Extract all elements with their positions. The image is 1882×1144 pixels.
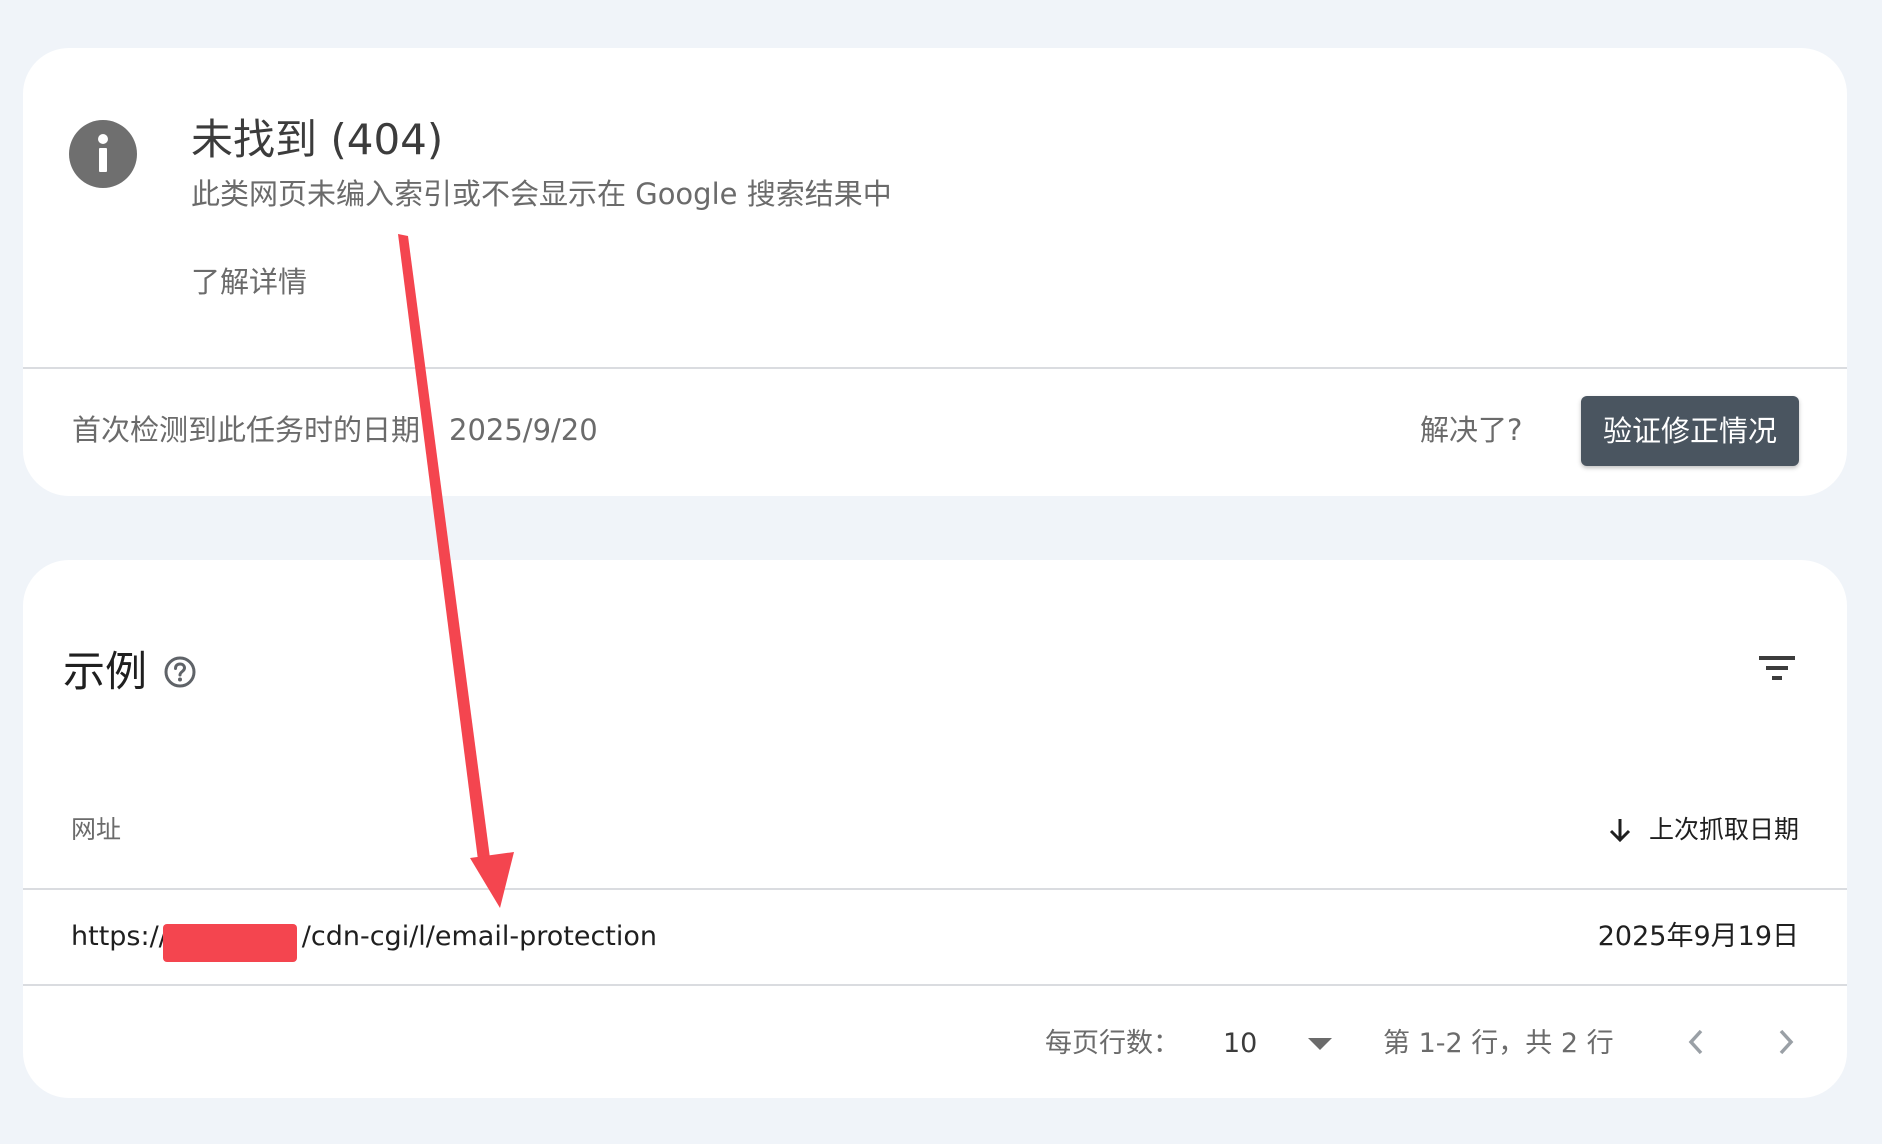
column-header-last-crawled[interactable]: 上次抓取日期 <box>1605 812 1799 848</box>
row-url-suffix: /cdn-cgi/l/email-protection <box>301 921 658 952</box>
rows-per-page-select[interactable]: 10 <box>1223 1018 1343 1070</box>
redaction-box <box>163 924 297 962</box>
pagination-range-label: 第 1-2 行，共 2 行 <box>1383 1028 1614 1059</box>
filter-icon[interactable] <box>1753 644 1801 692</box>
divider <box>23 367 1847 369</box>
dropdown-arrow-icon <box>1308 1038 1332 1050</box>
issue-subtitle: 此类网页未编入索引或不会显示在 Google 搜索结果中 <box>191 177 892 211</box>
row-url: https:// /cdn-cgi/l/email-protection <box>71 917 657 957</box>
next-page-button[interactable] <box>1761 1018 1809 1066</box>
examples-title: 示例 <box>63 647 148 696</box>
rows-per-page-label: 每页行数： <box>1045 1028 1180 1059</box>
issue-title: 未找到 (404) <box>191 115 444 164</box>
help-icon[interactable] <box>163 655 197 689</box>
resolved-label: 解决了? <box>1420 413 1523 447</box>
first-detected-date: 首次检测到此任务时的日期：2025/9/20 <box>72 413 598 447</box>
chevron-left-icon <box>1688 1029 1703 1055</box>
arrow-down-icon <box>1609 819 1631 843</box>
table-row[interactable]: https:// /cdn-cgi/l/email-protection 2025… <box>23 890 1847 984</box>
rows-per-page-value: 10 <box>1223 1028 1258 1059</box>
prev-page-button[interactable] <box>1673 1018 1721 1066</box>
column-header-last-crawled-label: 上次抓取日期 <box>1648 815 1799 844</box>
row-last-crawled: 2025年9月19日 <box>1597 921 1799 952</box>
divider <box>23 984 1847 986</box>
row-url-prefix: https:// <box>71 921 168 952</box>
chevron-right-icon <box>1779 1029 1794 1055</box>
validate-fix-button[interactable]: 验证修正情况 <box>1581 396 1799 466</box>
examples-card: 示例 网址 上次抓取日期 https:// /cdn-cgi/l/email-pr… <box>23 560 1847 1098</box>
learn-more-link[interactable]: 了解详情 <box>191 262 307 302</box>
column-header-url[interactable]: 网址 <box>71 812 121 848</box>
info-icon <box>69 120 137 188</box>
issue-card: 未找到 (404) 此类网页未编入索引或不会显示在 Google 搜索结果中 了… <box>23 48 1847 496</box>
